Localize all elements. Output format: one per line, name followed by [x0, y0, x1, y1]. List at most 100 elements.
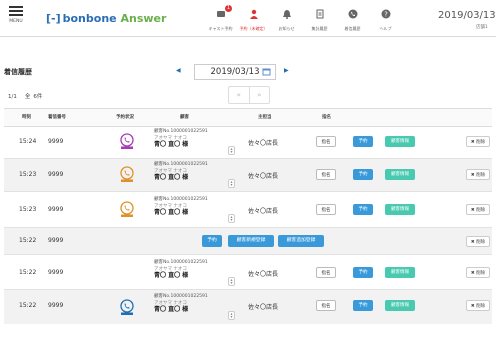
customer-info[interactable]: 顧客No.1000001022591 アオヤマ ナオコ 青〇 直〇 様 — [154, 260, 208, 280]
prev-date-arrow[interactable]: ◀ — [176, 67, 181, 74]
table-row: 15:24 9999 顧客No.1000001022591 アオヤマ ナオコ 青… — [4, 126, 492, 159]
result-count: 1/1 全 6件 — [8, 92, 50, 100]
customer-select-stepper[interactable]: ▴ ▾ — [228, 214, 235, 223]
reserve-button[interactable]: 予約 — [353, 300, 373, 311]
pager-next-button[interactable]: » — [250, 87, 270, 103]
staff-name: 佐々〇店長 — [248, 271, 279, 278]
customer-name: 青〇 直〇 様 — [154, 141, 189, 148]
col-status: 予約状況 — [116, 115, 134, 120]
notification-badge: 1 — [225, 5, 232, 12]
col-customer: 顧客 — [180, 115, 189, 120]
customer-number: 顧客No.1000001022591 — [154, 260, 208, 265]
phone-icon — [348, 9, 357, 19]
nav-label: お知らせ — [278, 26, 295, 31]
nav-notices[interactable]: お知らせ — [270, 0, 303, 36]
customer-info[interactable]: 顧客No.1000001022591 アオヤマ ナオコ 青〇 直〇 様 — [154, 197, 208, 217]
total-label: 全 — [24, 94, 31, 100]
call-time: 15:22 — [19, 237, 37, 244]
customer-name: 青〇 直〇 様 — [154, 209, 189, 216]
delete-button[interactable]: ✖ 削除 — [466, 169, 490, 180]
customer-name: 青〇 直〇 様 — [154, 174, 189, 181]
nominate-button[interactable]: 指名 — [316, 136, 336, 147]
logo-bracket: [-] — [46, 12, 61, 25]
customer-name: 青〇 直〇 様 — [154, 272, 189, 279]
staff-name: 佐々〇店長 — [248, 140, 279, 147]
top-header: MENU [-] bonbone Answer 1 キャスト予約 予約（未確定） … — [0, 0, 496, 37]
date-navigator: ◀ 2019/03/13 ▶ — [176, 64, 296, 80]
delete-button[interactable]: ✖ 削除 — [466, 267, 490, 278]
nav-cast-reservation[interactable]: 1 キャスト予約 — [204, 0, 237, 36]
customer-select-stepper[interactable]: ▴ ▾ — [228, 277, 235, 286]
customer-name: 青〇 直〇 様 — [154, 306, 189, 313]
phone-status-icon — [120, 299, 134, 315]
nav-unconfirmed[interactable]: 予約（未確定） — [237, 0, 270, 36]
delete-button[interactable]: ✖ 削除 — [466, 204, 490, 215]
col-number: 着信番号 — [48, 115, 66, 120]
col-time: 時刻 — [22, 115, 31, 120]
customer-info[interactable]: 顧客No.1000001022591 アオヤマ ナオコ 青〇 直〇 様 — [154, 294, 208, 314]
bell-icon — [282, 10, 291, 19]
next-date-arrow[interactable]: ▶ — [284, 67, 289, 74]
delete-button[interactable]: ✖ 削除 — [466, 300, 490, 311]
hamburger-icon — [9, 6, 23, 17]
reserve-button[interactable]: 予約 — [202, 235, 222, 247]
add-customer-button[interactable]: 顧客追加登録 — [278, 235, 324, 247]
menu-button[interactable]: MENU — [6, 6, 26, 24]
nav-label: キャスト予約 — [208, 26, 233, 31]
app-logo[interactable]: [-] bonbone Answer — [46, 12, 166, 25]
delete-button[interactable]: ✖ 削除 — [466, 136, 490, 147]
customer-number: 顧客No.1000001022591 — [154, 294, 208, 299]
new-customer-button[interactable]: 顧客新規登録 — [228, 235, 274, 247]
caller-number: 9999 — [48, 269, 64, 276]
table-row: 15:22 9999 顧客No.1000001022591 アオヤマ ナオコ 青… — [4, 290, 492, 324]
page-info: 1/1 — [8, 94, 17, 100]
table-row: 15:23 9999 顧客No.1000001022591 アオヤマ ナオコ 青… — [4, 192, 492, 228]
header-nav: 1 キャスト予約 予約（未確定） お知らせ 集計履歴 着信履歴 ? ヘルプ — [204, 0, 402, 36]
pagination: « » — [228, 86, 270, 104]
customer-info-button[interactable]: 顧客情報 — [385, 300, 415, 311]
customer-info[interactable]: 顧客No.1000001022591 アオヤマ ナオコ 青〇 直〇 様 — [154, 162, 208, 182]
reserve-button[interactable]: 予約 — [353, 136, 373, 147]
col-nomination: 指名 — [322, 115, 331, 120]
person-icon — [249, 9, 258, 19]
reserve-button[interactable]: 予約 — [353, 204, 373, 215]
call-time: 15:24 — [19, 138, 37, 145]
call-time: 15:23 — [19, 206, 37, 213]
table-row: 15:22 9999 予約 顧客新規登録 顧客追加登録 ✖ 削除 — [4, 228, 492, 255]
customer-number: 顧客No.1000001022591 — [154, 129, 208, 134]
phone-status-icon — [120, 201, 134, 217]
customer-info-button[interactable]: 顧客情報 — [385, 136, 415, 147]
customer-info-button[interactable]: 顧客情報 — [385, 267, 415, 278]
nav-label: 着信履歴 — [344, 26, 361, 31]
nav-help[interactable]: ? ヘルプ — [369, 0, 402, 36]
table-row: 15:22 9999 顧客No.1000001022591 アオヤマ ナオコ 青… — [4, 255, 492, 290]
nominate-button[interactable]: 指名 — [316, 300, 336, 311]
customer-select-stepper[interactable]: ▴ ▾ — [228, 179, 235, 188]
customer-select-stepper[interactable]: ▴ ▾ — [228, 146, 235, 155]
reserve-button[interactable]: 予約 — [353, 169, 373, 180]
nav-call-history[interactable]: 着信履歴 — [336, 0, 369, 36]
nominate-button[interactable]: 指名 — [316, 204, 336, 215]
pager-prev-button[interactable]: « — [229, 87, 250, 103]
date-value: 2019/03/13 — [210, 67, 260, 77]
nominate-button[interactable]: 指名 — [316, 169, 336, 180]
nav-report[interactable]: 集計履歴 — [303, 0, 336, 36]
help-icon: ? — [381, 9, 390, 19]
calendar-icon[interactable] — [262, 67, 271, 76]
total-count: 6件 — [33, 94, 43, 100]
customer-select-stepper[interactable]: ▴ ▾ — [228, 311, 235, 320]
caller-number: 9999 — [48, 237, 64, 244]
customer-info[interactable]: 顧客No.1000001022591 アオヤマ ナオコ 青〇 直〇 様 — [154, 129, 208, 149]
customer-number: 顧客No.1000001022591 — [154, 197, 208, 202]
caller-number: 9999 — [48, 138, 64, 145]
nav-label: 予約（未確定） — [239, 26, 268, 31]
customer-info-button[interactable]: 顧客情報 — [385, 169, 415, 180]
header-date: 2019/03/13 — [438, 10, 496, 21]
call-time: 15:22 — [19, 302, 37, 309]
nominate-button[interactable]: 指名 — [316, 267, 336, 278]
menu-label: MENU — [9, 19, 23, 24]
table-row: 15:23 9999 顧客No.1000001022591 アオヤマ ナオコ 青… — [4, 159, 492, 192]
customer-info-button[interactable]: 顧客情報 — [385, 204, 415, 215]
reserve-button[interactable]: 予約 — [353, 267, 373, 278]
delete-button[interactable]: ✖ 削除 — [466, 236, 490, 247]
